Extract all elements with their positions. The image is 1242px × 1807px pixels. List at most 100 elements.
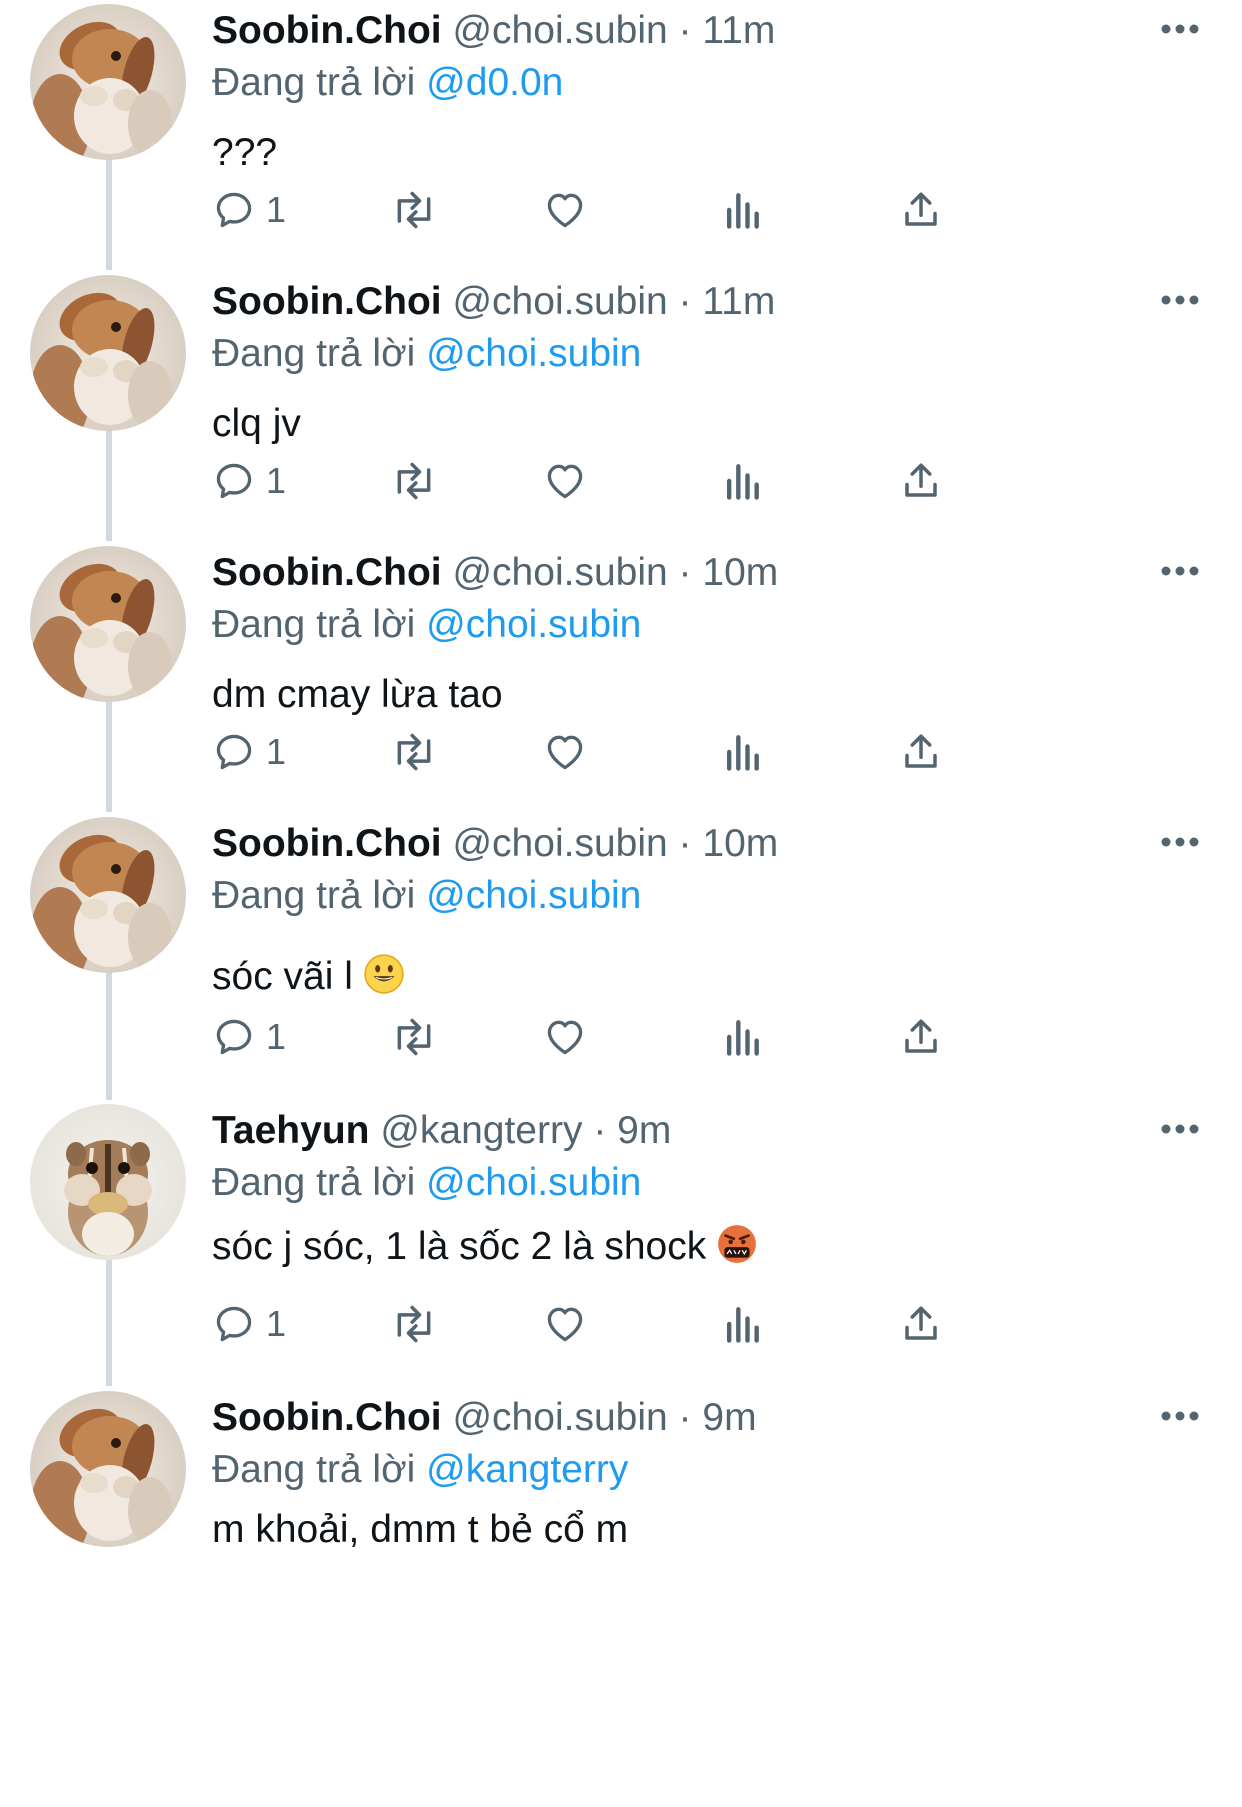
replying-to-label: Đang trả lời bbox=[212, 603, 416, 646]
retweet-icon bbox=[388, 459, 440, 503]
replying-to: Đang trả lời @kangterry bbox=[212, 1447, 628, 1493]
action-bar: 1 bbox=[212, 1009, 1112, 1065]
more-icon[interactable] bbox=[1158, 556, 1202, 586]
display-name[interactable]: Soobin.Choi bbox=[212, 280, 442, 323]
timestamp[interactable]: 9m bbox=[702, 1396, 756, 1439]
tweet[interactable]: Soobin.Choi @choi.subin · 11m Đang trả l… bbox=[0, 0, 1242, 270]
timestamp[interactable]: 10m bbox=[702, 822, 778, 865]
retweet-button[interactable] bbox=[388, 1296, 440, 1352]
reply-mention-link[interactable]: @choi.subin bbox=[426, 874, 641, 917]
separator-dot: · bbox=[678, 822, 692, 865]
more-icon[interactable] bbox=[1158, 827, 1202, 857]
share-icon bbox=[900, 730, 942, 774]
views-button[interactable] bbox=[722, 453, 762, 509]
reply-button[interactable]: 1 bbox=[212, 453, 286, 509]
display-name[interactable]: Soobin.Choi bbox=[212, 9, 442, 52]
retweet-icon bbox=[388, 730, 440, 774]
separator-dot: · bbox=[678, 1396, 692, 1439]
reply-count: 1 bbox=[266, 189, 287, 230]
reply-button[interactable]: 1 bbox=[212, 1009, 286, 1065]
reply-button[interactable]: 1 bbox=[212, 182, 286, 238]
display-name[interactable]: Taehyun bbox=[212, 1109, 369, 1152]
more-icon[interactable] bbox=[1158, 1401, 1202, 1431]
bunny-avatar-icon[interactable] bbox=[30, 4, 186, 160]
reply-count: 1 bbox=[266, 1303, 287, 1344]
display-name[interactable]: Soobin.Choi bbox=[212, 551, 442, 594]
like-button[interactable] bbox=[542, 1009, 588, 1065]
like-button[interactable] bbox=[542, 1296, 588, 1352]
display-name[interactable]: Soobin.Choi bbox=[212, 1396, 442, 1439]
reply-mention-link[interactable]: @kangterry bbox=[426, 1448, 628, 1491]
user-handle[interactable]: @kangterry bbox=[380, 1109, 582, 1152]
heart-icon bbox=[542, 1302, 588, 1346]
reply-icon bbox=[212, 188, 256, 232]
tweet[interactable]: Soobin.Choi @choi.subin · 10m Đang trả l… bbox=[0, 813, 1242, 1100]
share-button[interactable] bbox=[900, 1296, 942, 1352]
timestamp[interactable]: 11m bbox=[702, 9, 775, 52]
tweet[interactable]: Soobin.Choi @choi.subin · 10m Đang trả l… bbox=[0, 542, 1242, 812]
tweet[interactable]: Taehyun @kangterry · 9m Đang trả lời @ch… bbox=[0, 1100, 1242, 1386]
timestamp[interactable]: 9m bbox=[617, 1109, 671, 1152]
replying-to-label: Đang trả lời bbox=[212, 1161, 416, 1204]
more-icon[interactable] bbox=[1158, 1114, 1202, 1144]
share-button[interactable] bbox=[900, 182, 942, 238]
tweet-header: Soobin.Choi @choi.subin · 10m bbox=[212, 550, 778, 596]
tweet-text-row: sóc vãi l bbox=[212, 953, 405, 1006]
user-handle[interactable]: @choi.subin bbox=[452, 551, 667, 594]
reply-icon bbox=[212, 730, 256, 774]
tweet-header: Soobin.Choi @choi.subin · 11m bbox=[212, 279, 775, 325]
reply-mention-link[interactable]: @choi.subin bbox=[426, 1161, 641, 1204]
action-bar: 1 bbox=[212, 182, 1112, 238]
retweet-icon bbox=[388, 1302, 440, 1346]
bunny-avatar-icon[interactable] bbox=[30, 275, 186, 431]
user-handle[interactable]: @choi.subin bbox=[452, 280, 667, 323]
views-icon bbox=[722, 730, 762, 774]
views-button[interactable] bbox=[722, 1296, 762, 1352]
tweet[interactable]: Soobin.Choi @choi.subin · 11m Đang trả l… bbox=[0, 271, 1242, 541]
share-button[interactable] bbox=[900, 1009, 942, 1065]
reply-button[interactable]: 1 bbox=[212, 1296, 286, 1352]
share-button[interactable] bbox=[900, 724, 942, 780]
reply-mention-link[interactable]: @choi.subin bbox=[426, 603, 641, 646]
share-icon bbox=[900, 1302, 942, 1346]
tweet-header: Taehyun @kangterry · 9m bbox=[212, 1108, 671, 1154]
views-icon bbox=[722, 188, 762, 232]
separator-dot: · bbox=[678, 280, 692, 323]
bunny-avatar-icon[interactable] bbox=[30, 817, 186, 973]
timestamp[interactable]: 11m bbox=[702, 280, 775, 323]
like-button[interactable] bbox=[542, 724, 588, 780]
like-button[interactable] bbox=[542, 182, 588, 238]
retweet-button[interactable] bbox=[388, 724, 440, 780]
retweet-button[interactable] bbox=[388, 1009, 440, 1065]
views-button[interactable] bbox=[722, 1009, 762, 1065]
more-icon[interactable] bbox=[1158, 14, 1202, 44]
reply-mention-link[interactable]: @d0.0n bbox=[426, 61, 563, 104]
smiling-face-emoji bbox=[363, 953, 405, 1006]
reply-button[interactable]: 1 bbox=[212, 724, 286, 780]
more-icon[interactable] bbox=[1158, 285, 1202, 315]
retweet-button[interactable] bbox=[388, 453, 440, 509]
bunny-avatar-icon[interactable] bbox=[30, 1391, 186, 1547]
views-icon bbox=[722, 1015, 762, 1059]
like-button[interactable] bbox=[542, 453, 588, 509]
user-handle[interactable]: @choi.subin bbox=[452, 9, 667, 52]
tweet-text: clq jv bbox=[212, 402, 301, 445]
tweet-text-row: sóc j sóc, 1 là sốc 2 là shock bbox=[212, 1223, 758, 1276]
replying-to: Đang trả lời @choi.subin bbox=[212, 873, 641, 919]
chipmunk-avatar-icon[interactable] bbox=[30, 1104, 186, 1260]
tweet-header: Soobin.Choi @choi.subin · 11m bbox=[212, 8, 775, 54]
user-handle[interactable]: @choi.subin bbox=[452, 1396, 667, 1439]
share-button[interactable] bbox=[900, 453, 942, 509]
tweet-header: Soobin.Choi @choi.subin · 9m bbox=[212, 1395, 757, 1441]
retweet-button[interactable] bbox=[388, 182, 440, 238]
views-button[interactable] bbox=[722, 724, 762, 780]
user-handle[interactable]: @choi.subin bbox=[452, 822, 667, 865]
bunny-avatar-icon[interactable] bbox=[30, 546, 186, 702]
views-button[interactable] bbox=[722, 182, 762, 238]
timestamp[interactable]: 10m bbox=[702, 551, 778, 594]
display-name[interactable]: Soobin.Choi bbox=[212, 822, 442, 865]
reply-icon bbox=[212, 1015, 256, 1059]
heart-icon bbox=[542, 1015, 588, 1059]
reply-mention-link[interactable]: @choi.subin bbox=[426, 332, 641, 375]
tweet[interactable]: Soobin.Choi @choi.subin · 9m Đang trả lờ… bbox=[0, 1387, 1242, 1807]
